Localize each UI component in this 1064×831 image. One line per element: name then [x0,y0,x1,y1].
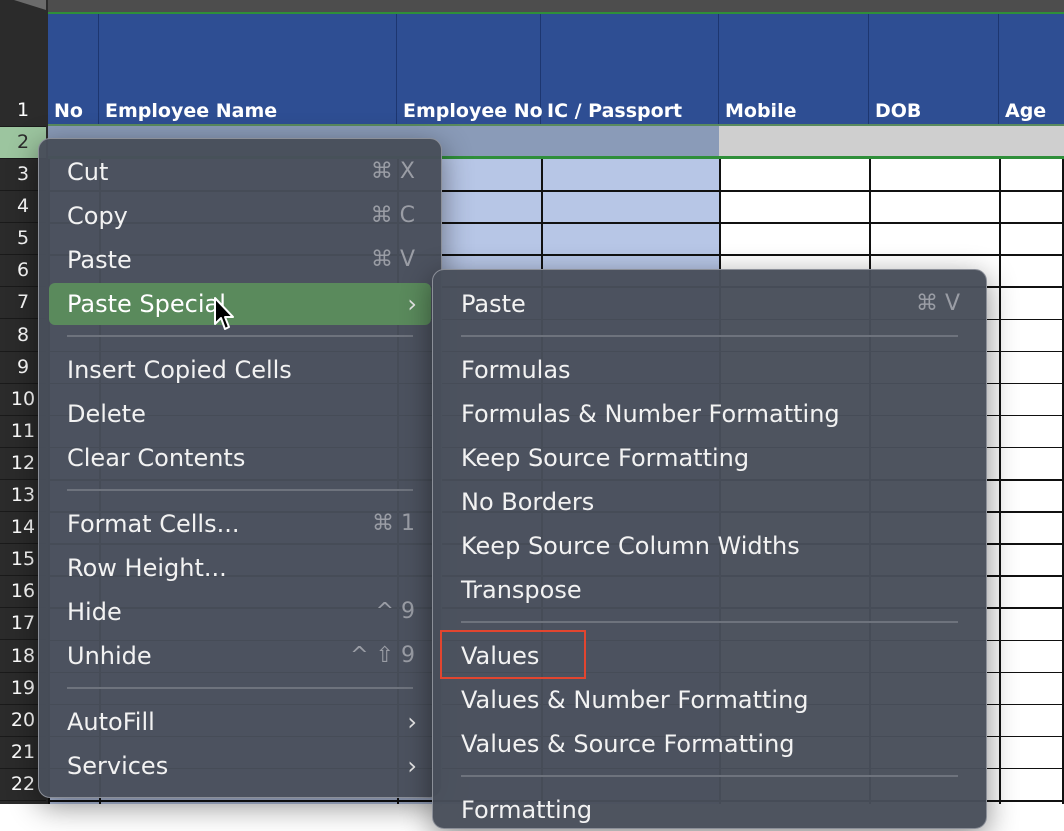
menu-separator [67,489,413,491]
submenu-item-formatting[interactable]: Formatting [443,789,976,831]
header-label: DOB [875,100,922,122]
menu-item-label: Cut [67,158,109,186]
mouse-pointer-icon [214,297,234,330]
submenu-item-values-number-formatting[interactable]: Values & Number Formatting [443,679,976,721]
menu-item-label: Formulas [461,356,571,384]
menu-item-label: Values & Source Formatting [461,730,795,758]
column-header-strip[interactable] [48,0,1064,12]
menu-item-label: No Borders [461,488,595,516]
header-cell-dob[interactable]: DOB [869,14,999,124]
header-label: No [54,100,83,122]
submenu-item-no-borders[interactable]: No Borders [443,481,976,523]
menu-separator [461,335,958,337]
menu-item-insert-copied-cells[interactable]: Insert Copied Cells [49,349,431,391]
shortcut-label: ^ 9 [375,599,415,624]
menu-item-paste[interactable]: Paste ⌘ V [49,239,431,281]
shortcut-label: ⌘ X [370,159,415,184]
menu-item-label: Paste [461,290,526,318]
menu-item-label: Paste Special [67,290,226,318]
menu-item-label: Transpose [461,576,582,604]
submenu-item-keep-source-formatting[interactable]: Keep Source Formatting [443,437,976,479]
header-cell-employee-no[interactable]: Employee No [397,14,543,124]
menu-item-label: Clear Contents [67,444,246,472]
menu-item-cut[interactable]: Cut ⌘ X [49,151,431,193]
header-label: Employee Name [105,100,278,122]
chevron-right-icon: › [407,708,417,736]
row-number[interactable]: 1 [0,95,46,127]
menu-item-clear-contents[interactable]: Clear Contents [49,437,431,479]
menu-item-autofill[interactable]: AutoFill › [49,701,431,743]
menu-item-format-cells[interactable]: Format Cells... ⌘ 1 [49,503,431,545]
shortcut-label: ⌘ V [370,247,415,272]
menu-item-label: Keep Source Formatting [461,444,750,472]
submenu-item-transpose[interactable]: Transpose [443,569,976,611]
menu-item-label: Formulas & Number Formatting [461,400,840,428]
menu-separator [67,335,413,337]
menu-item-paste-special[interactable]: Paste Special › [49,283,431,325]
header-label: Employee No [403,100,543,122]
menu-item-label: AutoFill [67,708,155,736]
menu-item-label: Hide [67,598,122,626]
header-cell-mobile[interactable]: Mobile [719,14,869,124]
menu-item-delete[interactable]: Delete [49,393,431,435]
submenu-item-paste[interactable]: Paste ⌘ V [443,283,976,325]
menu-item-label: Insert Copied Cells [67,356,292,384]
header-cell-employee-name[interactable]: Employee Name [99,14,397,124]
shortcut-label: ^ ⇧ 9 [350,643,415,668]
select-all-triangle [14,0,46,10]
menu-item-label: Services [67,752,169,780]
header-label: IC / Passport [547,100,683,122]
menu-item-unhide[interactable]: Unhide ^ ⇧ 9 [49,635,431,677]
menu-item-label: Values & Number Formatting [461,686,809,714]
menu-item-row-height[interactable]: Row Height... [49,547,431,589]
menu-item-services[interactable]: Services › [49,745,431,787]
shortcut-label: ⌘ C [370,203,415,228]
menu-separator [461,775,958,777]
chevron-right-icon: › [407,752,417,780]
header-row[interactable]: No Employee Name Employee No IC / Passpo… [48,14,1064,124]
menu-item-label: Copy [67,202,128,230]
menu-item-label: Formatting [461,796,593,824]
shortcut-label: ⌘ 1 [372,511,415,536]
select-all-corner[interactable] [0,0,48,14]
menu-separator [461,621,958,623]
values-highlight-annotation [440,630,586,679]
menu-separator [67,687,413,689]
menu-item-hide[interactable]: Hide ^ 9 [49,591,431,633]
submenu-item-values-source-formatting[interactable]: Values & Source Formatting [443,723,976,765]
menu-item-label: Delete [67,400,146,428]
submenu-item-formulas[interactable]: Formulas [443,349,976,391]
chevron-right-icon: › [407,290,417,318]
header-cell-age[interactable]: Age [999,14,1064,124]
context-menu[interactable]: Cut ⌘ X Copy ⌘ C Paste ⌘ V Paste Special… [38,138,442,798]
header-label: Age [1005,100,1047,122]
shortcut-label: ⌘ V [915,291,960,316]
menu-item-label: Keep Source Column Widths [461,532,800,560]
menu-item-copy[interactable]: Copy ⌘ C [49,195,431,237]
submenu-item-keep-source-column-widths[interactable]: Keep Source Column Widths [443,525,976,567]
menu-item-label: Row Height... [67,554,227,582]
header-label: Mobile [725,100,797,122]
paste-special-submenu[interactable]: Paste ⌘ V Formulas Formulas & Number For… [432,269,987,829]
menu-item-label: Format Cells... [67,510,240,538]
menu-item-label: Unhide [67,642,152,670]
header-cell-no[interactable]: No [48,14,99,124]
menu-item-label: Paste [67,246,132,274]
submenu-item-formulas-number-formatting[interactable]: Formulas & Number Formatting [443,393,976,435]
header-cell-ic-passport[interactable]: IC / Passport [541,14,719,124]
